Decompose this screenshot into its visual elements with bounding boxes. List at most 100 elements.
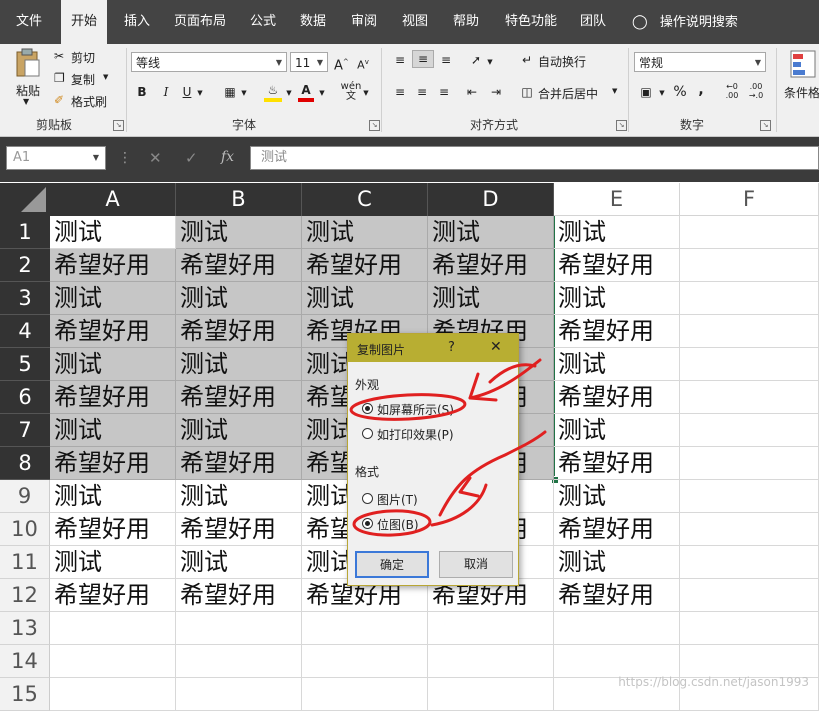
cell-f5[interactable] bbox=[680, 348, 819, 381]
comma-style-button[interactable]: , bbox=[696, 82, 706, 98]
cell-f13[interactable] bbox=[680, 612, 819, 645]
tab-page-layout[interactable]: 页面布局 bbox=[174, 0, 226, 44]
decrease-decimal-button[interactable]: .00 →.0 bbox=[746, 82, 766, 100]
cell-e13[interactable] bbox=[554, 612, 680, 645]
cell-a9[interactable]: 测试 bbox=[50, 480, 176, 513]
cell-f11[interactable] bbox=[680, 546, 819, 579]
confirm-entry-icon[interactable]: ✓ bbox=[185, 149, 198, 167]
cell-b4[interactable]: 希望好用 bbox=[176, 315, 302, 348]
row-header-15[interactable]: 15 bbox=[0, 678, 50, 711]
select-all-corner[interactable] bbox=[0, 183, 50, 216]
format-painter-button[interactable]: ✐ 格式刷 bbox=[54, 92, 114, 110]
align-center-icon[interactable]: ≡ bbox=[414, 84, 430, 100]
column-header-e[interactable]: E bbox=[554, 183, 680, 216]
cell-c13[interactable] bbox=[302, 612, 428, 645]
copy-button[interactable]: ❐ 复制 ▼ bbox=[54, 70, 114, 88]
cell-b3[interactable]: 测试 bbox=[176, 282, 302, 315]
phonetic-guide-button[interactable]: wén 文 bbox=[340, 82, 362, 102]
cell-b8[interactable]: 希望好用 bbox=[176, 447, 302, 480]
chevron-down-icon[interactable]: ▼ bbox=[285, 85, 293, 101]
column-header-a[interactable]: A bbox=[50, 183, 176, 216]
cell-a7[interactable]: 测试 bbox=[50, 414, 176, 447]
cell-f10[interactable] bbox=[680, 513, 819, 546]
chevron-down-icon[interactable]: ▼ bbox=[362, 85, 370, 101]
currency-icon[interactable]: ▣ bbox=[636, 84, 656, 100]
row-header-2[interactable]: 2 bbox=[0, 249, 50, 282]
cancel-button[interactable]: 取消 bbox=[439, 551, 513, 578]
cell-b9[interactable]: 测试 bbox=[176, 480, 302, 513]
cell-f8[interactable] bbox=[680, 447, 819, 480]
cell-e2[interactable]: 希望好用 bbox=[554, 249, 680, 282]
cell-b6[interactable]: 希望好用 bbox=[176, 381, 302, 414]
increase-indent-icon[interactable]: ⇥ bbox=[488, 84, 504, 100]
cell-a10[interactable]: 希望好用 bbox=[50, 513, 176, 546]
decrease-indent-icon[interactable]: ⇤ bbox=[464, 84, 480, 100]
cell-e1[interactable]: 测试 bbox=[554, 216, 680, 249]
cell-a4[interactable]: 希望好用 bbox=[50, 315, 176, 348]
row-header-8[interactable]: 8 bbox=[0, 447, 50, 480]
cell-b12[interactable]: 希望好用 bbox=[176, 579, 302, 612]
radio-as-shown-when-printed[interactable]: 如打印效果(P) bbox=[362, 425, 502, 442]
cell-f9[interactable] bbox=[680, 480, 819, 513]
cell-b7[interactable]: 测试 bbox=[176, 414, 302, 447]
dialog-launcher-icon[interactable]: ↘ bbox=[616, 120, 627, 131]
row-header-6[interactable]: 6 bbox=[0, 381, 50, 414]
row-header-12[interactable]: 12 bbox=[0, 579, 50, 612]
cell-e8[interactable]: 希望好用 bbox=[554, 447, 680, 480]
cell-e7[interactable]: 测试 bbox=[554, 414, 680, 447]
font-size-select[interactable]: 11 ▼ bbox=[290, 52, 328, 72]
align-middle-icon[interactable]: ≡ bbox=[412, 50, 434, 68]
row-header-9[interactable]: 9 bbox=[0, 480, 50, 513]
tab-team[interactable]: 团队 bbox=[580, 0, 606, 44]
cell-e10[interactable]: 希望好用 bbox=[554, 513, 680, 546]
cell-b11[interactable]: 测试 bbox=[176, 546, 302, 579]
cell-f12[interactable] bbox=[680, 579, 819, 612]
cell-a6[interactable]: 希望好用 bbox=[50, 381, 176, 414]
cell-b1[interactable]: 测试 bbox=[176, 216, 302, 249]
paste-button[interactable]: 粘贴 ▼ bbox=[8, 48, 48, 106]
row-header-10[interactable]: 10 bbox=[0, 513, 50, 546]
increase-decimal-button[interactable]: ←0.00 bbox=[722, 82, 742, 100]
decrease-font-size-button[interactable]: Av bbox=[356, 54, 370, 74]
cell-c15[interactable] bbox=[302, 678, 428, 711]
fill-color-icon[interactable]: ♨ bbox=[264, 82, 282, 102]
cell-a12[interactable]: 希望好用 bbox=[50, 579, 176, 612]
cell-e6[interactable]: 希望好用 bbox=[554, 381, 680, 414]
row-header-4[interactable]: 4 bbox=[0, 315, 50, 348]
cell-c1[interactable]: 测试 bbox=[302, 216, 428, 249]
cell-f7[interactable] bbox=[680, 414, 819, 447]
cell-a3[interactable]: 测试 bbox=[50, 282, 176, 315]
cell-c2[interactable]: 希望好用 bbox=[302, 249, 428, 282]
radio-picture[interactable]: 图片(T) bbox=[362, 490, 502, 507]
cut-button[interactable]: ✂ 剪切 bbox=[54, 48, 114, 66]
cell-d3[interactable]: 测试 bbox=[428, 282, 554, 315]
cell-b14[interactable] bbox=[176, 645, 302, 678]
cell-a11[interactable]: 测试 bbox=[50, 546, 176, 579]
row-header-7[interactable]: 7 bbox=[0, 414, 50, 447]
cell-f14[interactable] bbox=[680, 645, 819, 678]
cell-a13[interactable] bbox=[50, 612, 176, 645]
cell-a15[interactable] bbox=[50, 678, 176, 711]
align-top-icon[interactable]: ≡ bbox=[392, 52, 408, 68]
cell-e3[interactable]: 测试 bbox=[554, 282, 680, 315]
cell-e9[interactable]: 测试 bbox=[554, 480, 680, 513]
insert-function-button[interactable]: fx bbox=[221, 149, 234, 165]
align-bottom-icon[interactable]: ≡ bbox=[438, 52, 454, 68]
tab-special-features[interactable]: 特色功能 bbox=[505, 0, 557, 44]
cell-f1[interactable] bbox=[680, 216, 819, 249]
cell-d2[interactable]: 希望好用 bbox=[428, 249, 554, 282]
column-header-b[interactable]: B bbox=[176, 183, 302, 216]
row-header-11[interactable]: 11 bbox=[0, 546, 50, 579]
cell-b13[interactable] bbox=[176, 612, 302, 645]
orientation-icon[interactable]: ➚ bbox=[466, 52, 486, 68]
row-header-5[interactable]: 5 bbox=[0, 348, 50, 381]
help-button[interactable]: ? bbox=[448, 340, 455, 355]
cell-f2[interactable] bbox=[680, 249, 819, 282]
tell-me-search[interactable]: ◯ 操作说明搜索 bbox=[632, 0, 738, 44]
row-header-14[interactable]: 14 bbox=[0, 645, 50, 678]
percent-button[interactable]: % bbox=[672, 84, 688, 100]
align-right-icon[interactable]: ≡ bbox=[436, 84, 452, 100]
cell-f6[interactable] bbox=[680, 381, 819, 414]
wrap-text-button[interactable]: ↵ 自动换行 bbox=[520, 52, 620, 70]
cell-d15[interactable] bbox=[428, 678, 554, 711]
